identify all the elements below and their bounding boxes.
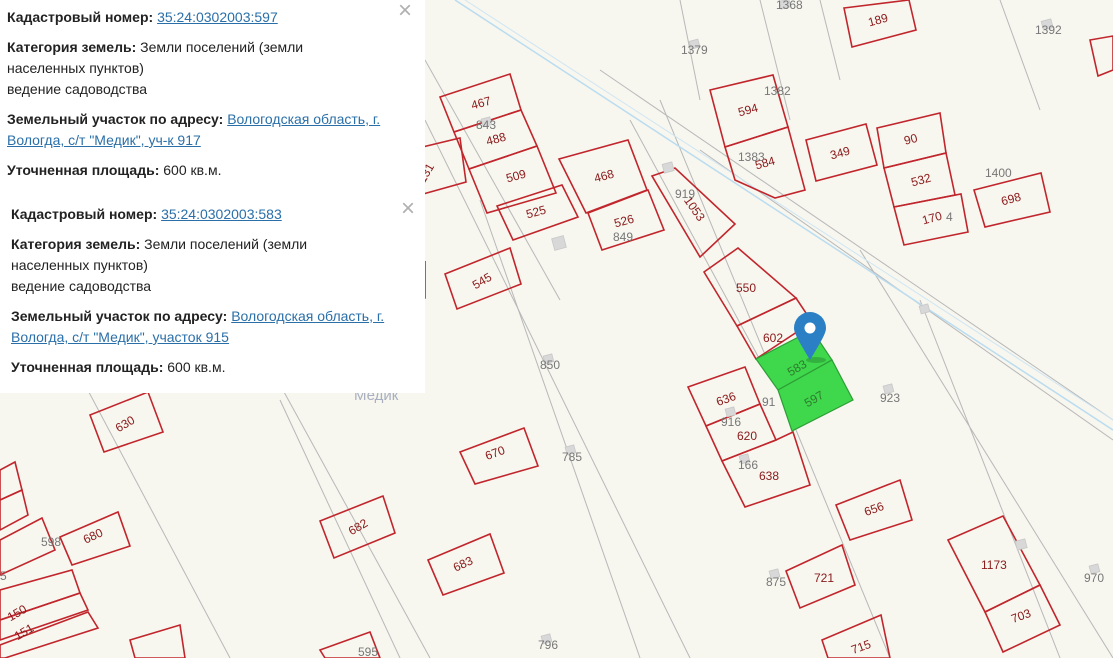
address-label-970: 970: [1084, 571, 1104, 585]
parcel-label-1173: 1173: [981, 558, 1007, 572]
area-label: Уточненная площадь:: [11, 359, 164, 375]
close-icon[interactable]: ×: [399, 197, 417, 221]
address-label: Земельный участок по адресу:: [11, 308, 228, 324]
land-category-value: Земли поселений (земли: [144, 236, 308, 252]
address-label-1379: 1379: [681, 43, 708, 57]
parcel-label-721: 721: [814, 571, 834, 585]
address-link[interactable]: Вологодская область, г.: [231, 308, 384, 324]
cadastral-number-link[interactable]: 35:24:0302003:583: [161, 206, 282, 222]
land-category-label: Категория земель:: [11, 236, 141, 252]
land-use-value: ведение садоводства: [7, 81, 148, 97]
cadastral-number-row: Кадастровый номер: 35:24:0302003:583: [11, 204, 415, 225]
area-row: Уточненная площадь: 600 кв.м.: [7, 160, 418, 181]
address-label-849: 849: [613, 230, 633, 244]
parcel-label-638: 638: [759, 469, 779, 483]
address-label-843: 843: [476, 118, 496, 132]
area-value: 600 кв.м.: [163, 162, 222, 178]
land-use-value: ведение садоводства: [11, 278, 152, 294]
land-category-row: Категория земель: Земли поселений (земли…: [7, 37, 418, 100]
address-label-875: 875: [766, 575, 786, 589]
address-label-1382: 1382: [764, 84, 791, 98]
address-marker-a: [551, 235, 567, 251]
close-icon[interactable]: ×: [396, 0, 414, 23]
address-label-919: 919: [675, 187, 695, 201]
address-label-595: 595: [358, 645, 378, 658]
address-label-1400: 1400: [985, 166, 1012, 180]
cadastral-number-row: Кадастровый номер: 35:24:0302003:597: [7, 7, 418, 28]
address-label-4: 4: [946, 210, 953, 224]
land-category-value-2: населенных пунктов): [7, 60, 144, 76]
area-label: Уточненная площадь:: [7, 162, 160, 178]
address-label-785: 785: [562, 450, 582, 464]
address-label-796: 796: [538, 638, 558, 652]
address-label-916: 916: [721, 415, 741, 429]
address-row: Земельный участок по адресу: Вологодская…: [7, 109, 418, 151]
cadastral-number-label: Кадастровый номер:: [11, 206, 158, 222]
address-label-598: 598: [41, 535, 61, 549]
parcel-label-602: 602: [763, 331, 783, 345]
land-category-value-2: населенных пунктов): [11, 257, 148, 273]
cadastral-number-link[interactable]: 35:24:0302003:597: [157, 9, 278, 25]
parcel-info-card-597: × Кадастровый номер: 35:24:0302003:597 К…: [0, 0, 425, 197]
area-value: 600 кв.м.: [167, 359, 226, 375]
address-marker-919: [661, 161, 675, 174]
land-category-row: Категория земель: Земли поселений (земли…: [11, 234, 415, 297]
parcel-info-card-583: × Кадастровый номер: 35:24:0302003:583 К…: [0, 197, 425, 393]
parcel-label-550: 550: [736, 281, 756, 295]
cadastral-number-label: Кадастровый номер:: [7, 9, 154, 25]
address-marker-1400: [918, 303, 931, 315]
address-link-2[interactable]: Вологда, с/т "Медик", участок 915: [11, 329, 229, 345]
address-label-1392: 1392: [1035, 23, 1062, 37]
address-label-923: 923: [880, 391, 900, 405]
address-link-2[interactable]: Вологда, с/т "Медик", уч-к 917: [7, 132, 201, 148]
address-label-850: 850: [540, 358, 560, 372]
address-link[interactable]: Вологодская область, г.: [227, 111, 380, 127]
address-label-1383: 1383: [738, 150, 765, 164]
address-label-1368: 1368: [776, 0, 803, 12]
parcel-label-620: 620: [737, 429, 757, 443]
land-category-label: Категория земель:: [7, 39, 137, 55]
address-label-166: 166: [738, 458, 758, 472]
address-row: Земельный участок по адресу: Вологодская…: [11, 306, 415, 348]
address-label-5: 5: [0, 569, 7, 583]
land-category-value: Земли поселений (земли: [140, 39, 304, 55]
address-label-91: 91: [762, 395, 776, 409]
address-label: Земельный участок по адресу:: [7, 111, 224, 127]
area-row: Уточненная площадь: 600 кв.м.: [11, 357, 415, 378]
